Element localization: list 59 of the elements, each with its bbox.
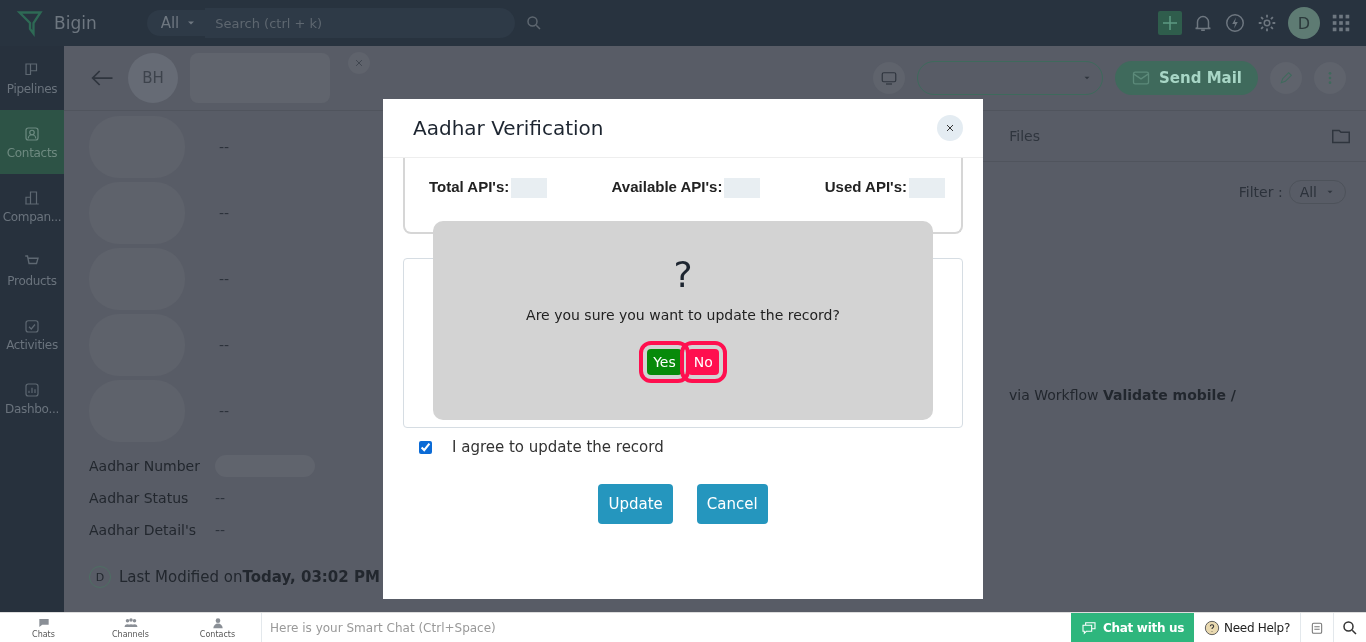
confirm-message: Are you sure you want to update the record? bbox=[526, 307, 840, 323]
field-value: -- bbox=[219, 139, 230, 155]
search-icon[interactable] bbox=[1341, 618, 1359, 637]
send-mail-button[interactable]: Send Mail bbox=[1115, 61, 1258, 95]
pencil-icon bbox=[1278, 70, 1294, 86]
lightning-icon[interactable] bbox=[1224, 12, 1246, 34]
sidebar-item[interactable]: Dashbo... bbox=[0, 366, 64, 430]
sidebar-item[interactable]: Contacts bbox=[0, 110, 64, 174]
close-icon bbox=[944, 122, 956, 134]
x-logo-icon bbox=[354, 58, 364, 68]
x-social-button[interactable] bbox=[348, 52, 370, 74]
settings-icon[interactable] bbox=[1256, 12, 1278, 34]
person-icon bbox=[23, 124, 41, 143]
agree-checkbox[interactable] bbox=[419, 440, 432, 454]
building-icon bbox=[23, 188, 41, 207]
last-modified-text: Last Modified onToday, 03:02 PM bbox=[119, 568, 380, 586]
field-value: -- bbox=[219, 205, 230, 221]
sidebar-item[interactable]: Activities bbox=[0, 302, 64, 366]
dock-tab[interactable]: Channels bbox=[87, 613, 174, 642]
group-icon bbox=[123, 616, 138, 630]
sidebar-item[interactable]: Pipelines bbox=[0, 46, 64, 110]
sidebar-item[interactable]: Products bbox=[0, 238, 64, 302]
question-icon bbox=[1204, 619, 1221, 636]
dock-tab[interactable]: Contacts bbox=[174, 613, 261, 642]
close-button[interactable] bbox=[937, 115, 963, 141]
chart-icon bbox=[23, 380, 41, 399]
edit-button[interactable] bbox=[1270, 62, 1302, 94]
dock-tab[interactable]: Chats bbox=[0, 613, 87, 642]
stat-label: Used API's: bbox=[824, 178, 907, 195]
stat-label: Total API's: bbox=[429, 178, 510, 195]
modal-title: Aadhar Verification bbox=[413, 116, 604, 140]
add-button[interactable] bbox=[1158, 11, 1182, 35]
chat-with-us-button[interactable]: Chat with us bbox=[1071, 613, 1195, 642]
field-value: -- bbox=[219, 271, 230, 287]
person-icon bbox=[210, 616, 225, 630]
screen-icon bbox=[880, 69, 899, 87]
more-button[interactable] bbox=[1314, 62, 1346, 94]
field-value: -- bbox=[215, 490, 226, 506]
modal-button[interactable]: Cancel bbox=[696, 484, 768, 524]
field-label: Aadhar Number bbox=[89, 458, 201, 474]
screen-button[interactable] bbox=[873, 62, 906, 94]
stat-label: Available API's: bbox=[611, 178, 723, 195]
chat-icon bbox=[1081, 619, 1097, 636]
chat-bubble-icon bbox=[36, 616, 51, 630]
question-mark: ? bbox=[673, 255, 693, 295]
field-label: Aadhar Status bbox=[89, 490, 190, 506]
field-value: -- bbox=[219, 337, 230, 353]
modal-button[interactable]: Update bbox=[598, 484, 673, 524]
app-grid-icon[interactable] bbox=[1330, 12, 1352, 34]
field-value: -- bbox=[219, 403, 230, 419]
field-label: Aadhar Detail's bbox=[89, 522, 198, 538]
field-value: -- bbox=[215, 522, 226, 538]
user-avatar[interactable]: D bbox=[1288, 7, 1320, 39]
app-name: Bigin bbox=[54, 13, 97, 33]
logo-icon bbox=[16, 9, 44, 37]
search-scope-dropdown[interactable]: All bbox=[146, 10, 206, 36]
agree-label: I agree to update the record bbox=[452, 438, 664, 456]
sidebar-item[interactable]: Compan... bbox=[0, 174, 64, 238]
timeline-note: via Workflow Validate mobile / bbox=[1009, 387, 1237, 403]
